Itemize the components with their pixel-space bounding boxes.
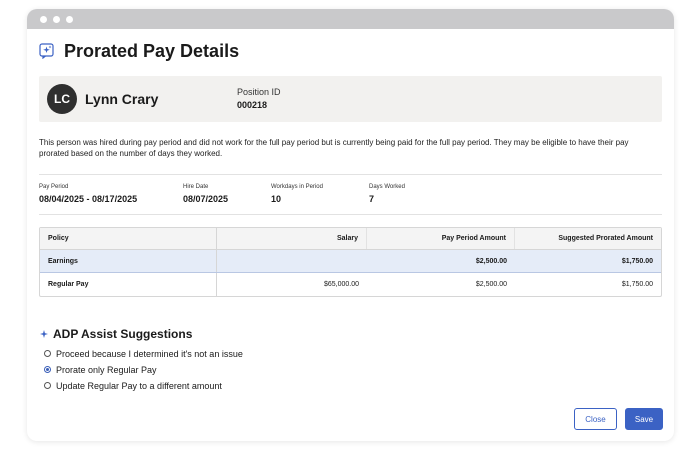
- workdays-field: Workdays in Period 10: [271, 184, 369, 214]
- modal-actions: Close Save: [574, 408, 663, 430]
- hire-date-value: 08/07/2025: [183, 194, 229, 204]
- hire-date-field: Hire Date 08/07/2025: [183, 184, 271, 214]
- column-header-policy[interactable]: Policy: [40, 228, 217, 249]
- table-row: Regular Pay $65,000.00 $2,500.00 $1,750.…: [40, 273, 661, 296]
- option-prorate-regular-pay[interactable]: Prorate only Regular Pay: [44, 363, 243, 376]
- position-id-block: Position ID 000218: [237, 87, 281, 110]
- radio-update-regular-pay[interactable]: [44, 382, 51, 389]
- modal-window: Prorated Pay Details LC Lynn Crary Posit…: [27, 9, 674, 441]
- days-worked-field: Days Worked 7: [369, 184, 405, 214]
- pay-period-amount-cell: $2,500.00: [475, 281, 507, 288]
- policy-cell: Regular Pay: [40, 273, 217, 296]
- pay-period-label: Pay Period: [39, 184, 69, 190]
- window-minimize-dot[interactable]: [53, 15, 60, 23]
- page-title: Prorated Pay Details: [64, 40, 240, 61]
- days-worked-value: 7: [369, 194, 375, 204]
- option-prorate-label: Prorate only Regular Pay: [56, 364, 157, 375]
- window-close-dot[interactable]: [40, 15, 47, 23]
- policy-cell: Earnings: [40, 250, 217, 272]
- employee-card: LC Lynn Crary Position ID 000218: [39, 76, 662, 122]
- save-button[interactable]: Save: [625, 408, 663, 430]
- column-header-pay-period-amount[interactable]: Pay Period Amount: [367, 228, 515, 249]
- pay-period-field: Pay Period 08/04/2025 - 08/17/2025: [39, 184, 183, 214]
- suggestions-title: ADP Assist Suggestions: [53, 327, 193, 341]
- modal-heading: Prorated Pay Details: [39, 29, 662, 73]
- table-row: Earnings $2,500.00 $1,750.00: [40, 250, 661, 273]
- pay-period-amount-cell: $2,500.00: [475, 257, 507, 265]
- suggested-amount-cell: $1,750.00: [621, 257, 653, 265]
- hire-date-label: Hire Date: [183, 184, 209, 190]
- close-button[interactable]: Close: [574, 408, 617, 430]
- modal-content: Prorated Pay Details LC Lynn Crary Posit…: [27, 29, 674, 297]
- workdays-value: 10: [271, 194, 282, 204]
- window-maximize-dot[interactable]: [66, 15, 73, 23]
- option-proceed-label: Proceed because I determined it's not an…: [56, 348, 243, 359]
- salary-cell: [217, 250, 367, 272]
- position-id-value: 000218: [237, 100, 268, 110]
- pay-info-row: Pay Period 08/04/2025 - 08/17/2025 Hire …: [39, 174, 662, 215]
- option-update-regular-pay[interactable]: Update Regular Pay to a different amount: [44, 379, 243, 392]
- days-worked-label: Days Worked: [369, 184, 405, 190]
- employee-name: Lynn Crary: [85, 91, 159, 107]
- radio-proceed[interactable]: [44, 350, 51, 357]
- radio-prorate-regular-pay[interactable]: [44, 366, 51, 373]
- avatar: LC: [47, 84, 77, 114]
- column-header-salary[interactable]: Salary: [217, 228, 367, 249]
- sparkle-chat-icon: [39, 43, 55, 59]
- option-update-label: Update Regular Pay to a different amount: [56, 380, 222, 391]
- salary-cell: $65,000.00: [323, 281, 359, 288]
- column-header-suggested-amount[interactable]: Suggested Prorated Amount: [515, 228, 661, 249]
- proration-notice: This person was hired during pay period …: [39, 138, 629, 158]
- option-proceed[interactable]: Proceed because I determined it's not an…: [44, 347, 243, 360]
- suggestion-options: Proceed because I determined it's not an…: [44, 347, 243, 392]
- sparkle-icon: [39, 329, 49, 339]
- position-id-label: Position ID: [237, 87, 281, 97]
- pay-period-value: 08/04/2025 - 08/17/2025: [39, 194, 138, 204]
- workdays-label: Workdays in Period: [271, 184, 323, 190]
- table-header-row: Policy Salary Pay Period Amount Suggeste…: [40, 228, 661, 250]
- suggested-amount-cell: $1,750.00: [621, 281, 653, 288]
- suggestions-heading: ADP Assist Suggestions: [39, 327, 192, 341]
- proration-table: Policy Salary Pay Period Amount Suggeste…: [39, 227, 662, 297]
- window-titlebar: [27, 9, 674, 29]
